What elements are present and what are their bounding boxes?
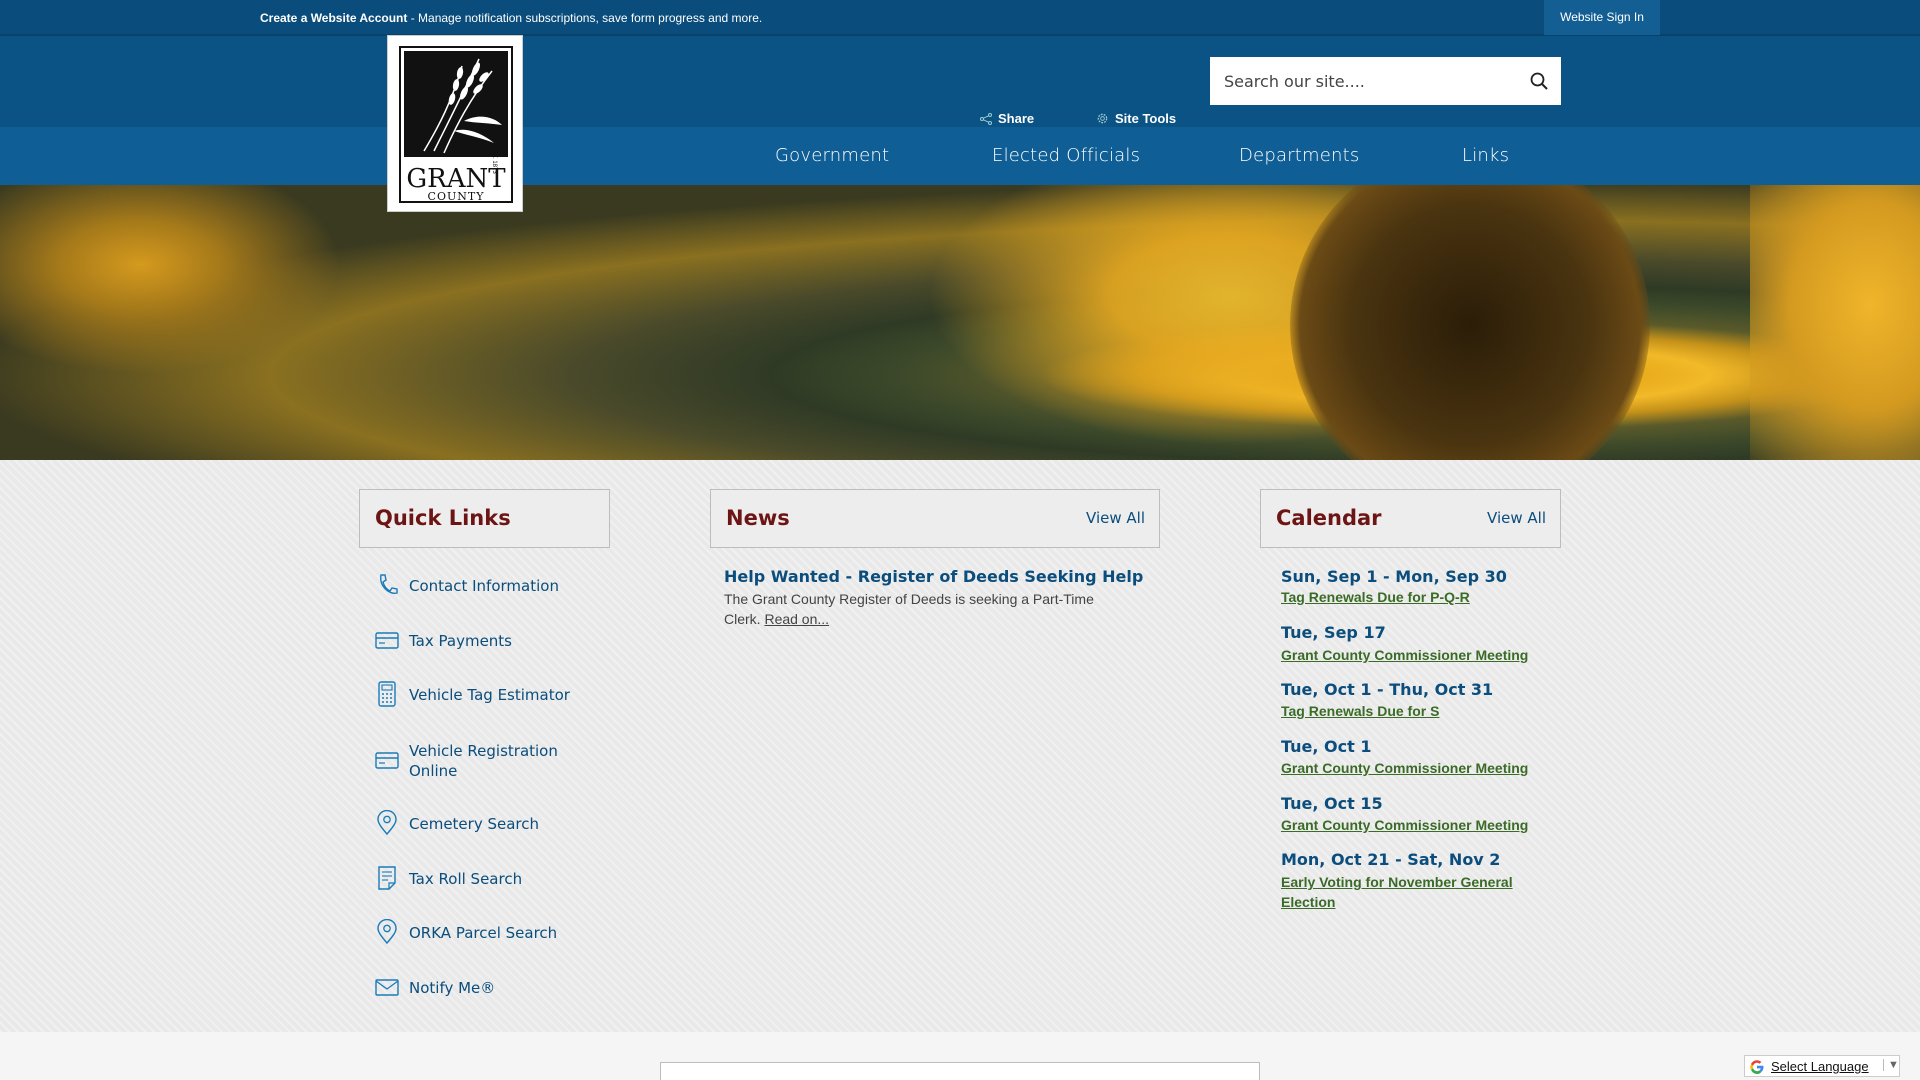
main-navigation: Government Elected Officials Departments… bbox=[0, 127, 1920, 185]
calendar-title: Calendar bbox=[1276, 506, 1382, 530]
quick-link-label: Vehicle Registration Online bbox=[409, 742, 558, 780]
grant-county-logo[interactable]: GRANT COUNTY EST. 1873 bbox=[387, 35, 523, 212]
hero-banner-image bbox=[0, 185, 1920, 460]
quick-link-label: Vehicle Tag Estimator bbox=[409, 686, 570, 704]
quick-links-title: Quick Links bbox=[375, 506, 511, 530]
site-tools-button[interactable]: Site Tools bbox=[1096, 111, 1176, 128]
logo-subname: COUNTY bbox=[427, 190, 485, 203]
nav-departments[interactable]: Departments bbox=[1239, 145, 1360, 166]
news-title: News bbox=[726, 506, 790, 530]
create-account-link[interactable]: Create a Website Account bbox=[260, 11, 407, 25]
nav-elected-officials[interactable]: Elected Officials bbox=[992, 145, 1140, 166]
calendar-event-link[interactable]: Tag Renewals Due for P-Q-R bbox=[1281, 587, 1551, 607]
website-sign-in-button[interactable]: Website Sign In bbox=[1544, 0, 1660, 35]
calendar-event-date: Mon, Oct 21 - Sat, Nov 2 bbox=[1281, 850, 1501, 869]
phone-icon bbox=[375, 572, 399, 598]
share-icon bbox=[980, 113, 992, 128]
share-label: Share bbox=[998, 111, 1035, 126]
logo-est: EST. 1873 bbox=[491, 146, 497, 174]
share-button[interactable]: Share bbox=[980, 111, 1034, 128]
nav-links[interactable]: Links bbox=[1462, 145, 1509, 166]
create-account-message: Create a Website Account - Manage notifi… bbox=[260, 11, 762, 25]
nav-government[interactable]: Government bbox=[775, 145, 889, 166]
wheat-emblem-icon bbox=[404, 51, 508, 157]
hero-blur-right bbox=[1750, 185, 1920, 460]
news-item-title[interactable]: Help Wanted - Register of Deeds Seeking … bbox=[724, 567, 1143, 586]
select-language-label: Select Language bbox=[1771, 1059, 1869, 1074]
search-icon[interactable] bbox=[1529, 71, 1549, 91]
news-read-on-link[interactable]: Read on... bbox=[764, 611, 829, 627]
calendar-event-date: Tue, Sep 17 bbox=[1281, 623, 1386, 642]
calendar-event-link[interactable]: Grant County Commissioner Meeting bbox=[1281, 815, 1551, 835]
document-icon bbox=[375, 865, 399, 891]
quick-link-label: Cemetery Search bbox=[409, 815, 539, 833]
calendar-event-date: Tue, Oct 1 bbox=[1281, 737, 1372, 756]
envelope-icon bbox=[375, 974, 399, 1000]
calendar-header: Calendar View All bbox=[1260, 489, 1561, 548]
news-item-body: The Grant County Register of Deeds is se… bbox=[724, 589, 1124, 629]
account-message-text: - Manage notification subscriptions, sav… bbox=[407, 11, 763, 25]
hero-blur-left bbox=[0, 185, 500, 460]
chevron-down-icon: ▼ bbox=[1883, 1059, 1899, 1071]
quick-link-label: Contact Information bbox=[409, 577, 559, 595]
quick-links-header: Quick Links bbox=[359, 489, 610, 548]
footer-panel bbox=[660, 1062, 1260, 1080]
calendar-event-date: Sun, Sep 1 - Mon, Sep 30 bbox=[1281, 567, 1507, 586]
language-selector[interactable]: Select Language ▼ bbox=[1744, 1055, 1900, 1077]
calendar-event-date: Tue, Oct 1 - Thu, Oct 31 bbox=[1281, 680, 1494, 699]
site-header: Share Site Tools bbox=[0, 36, 1920, 127]
google-icon bbox=[1749, 1059, 1765, 1075]
map-pin-icon bbox=[375, 809, 399, 836]
calendar-event-link[interactable]: Tag Renewals Due for S bbox=[1281, 701, 1551, 721]
credit-card-icon bbox=[375, 747, 399, 773]
calculator-icon bbox=[375, 681, 399, 707]
calendar-event-link[interactable]: Grant County Commissioner Meeting bbox=[1281, 758, 1551, 778]
quick-link-label: Tax Payments bbox=[409, 632, 513, 650]
credit-card-icon bbox=[375, 627, 399, 653]
map-pin-icon bbox=[375, 918, 399, 945]
calendar-event-link[interactable]: Grant County Commissioner Meeting bbox=[1281, 645, 1551, 665]
gear-icon bbox=[1096, 112, 1109, 128]
news-view-all-link[interactable]: View All bbox=[1086, 509, 1145, 527]
search-input[interactable] bbox=[1210, 57, 1510, 105]
site-search bbox=[1210, 57, 1561, 105]
hero-sunflower-center bbox=[1290, 185, 1650, 460]
calendar-event-date: Tue, Oct 15 bbox=[1281, 794, 1383, 813]
calendar-view-all-link[interactable]: View All bbox=[1487, 509, 1546, 527]
quick-link-label: ORKA Parcel Search bbox=[409, 924, 558, 942]
news-header: News View All bbox=[710, 489, 1160, 548]
site-tools-label: Site Tools bbox=[1115, 111, 1177, 126]
quick-link-label: Tax Roll Search bbox=[409, 870, 523, 888]
quick-link-label: Notify Me® bbox=[409, 979, 496, 997]
calendar-event-link[interactable]: Early Voting for November General Electi… bbox=[1281, 872, 1551, 912]
top-utility-bar: Create a Website Account - Manage notifi… bbox=[0, 0, 1920, 36]
logo-frame: GRANT COUNTY EST. 1873 bbox=[399, 46, 513, 203]
